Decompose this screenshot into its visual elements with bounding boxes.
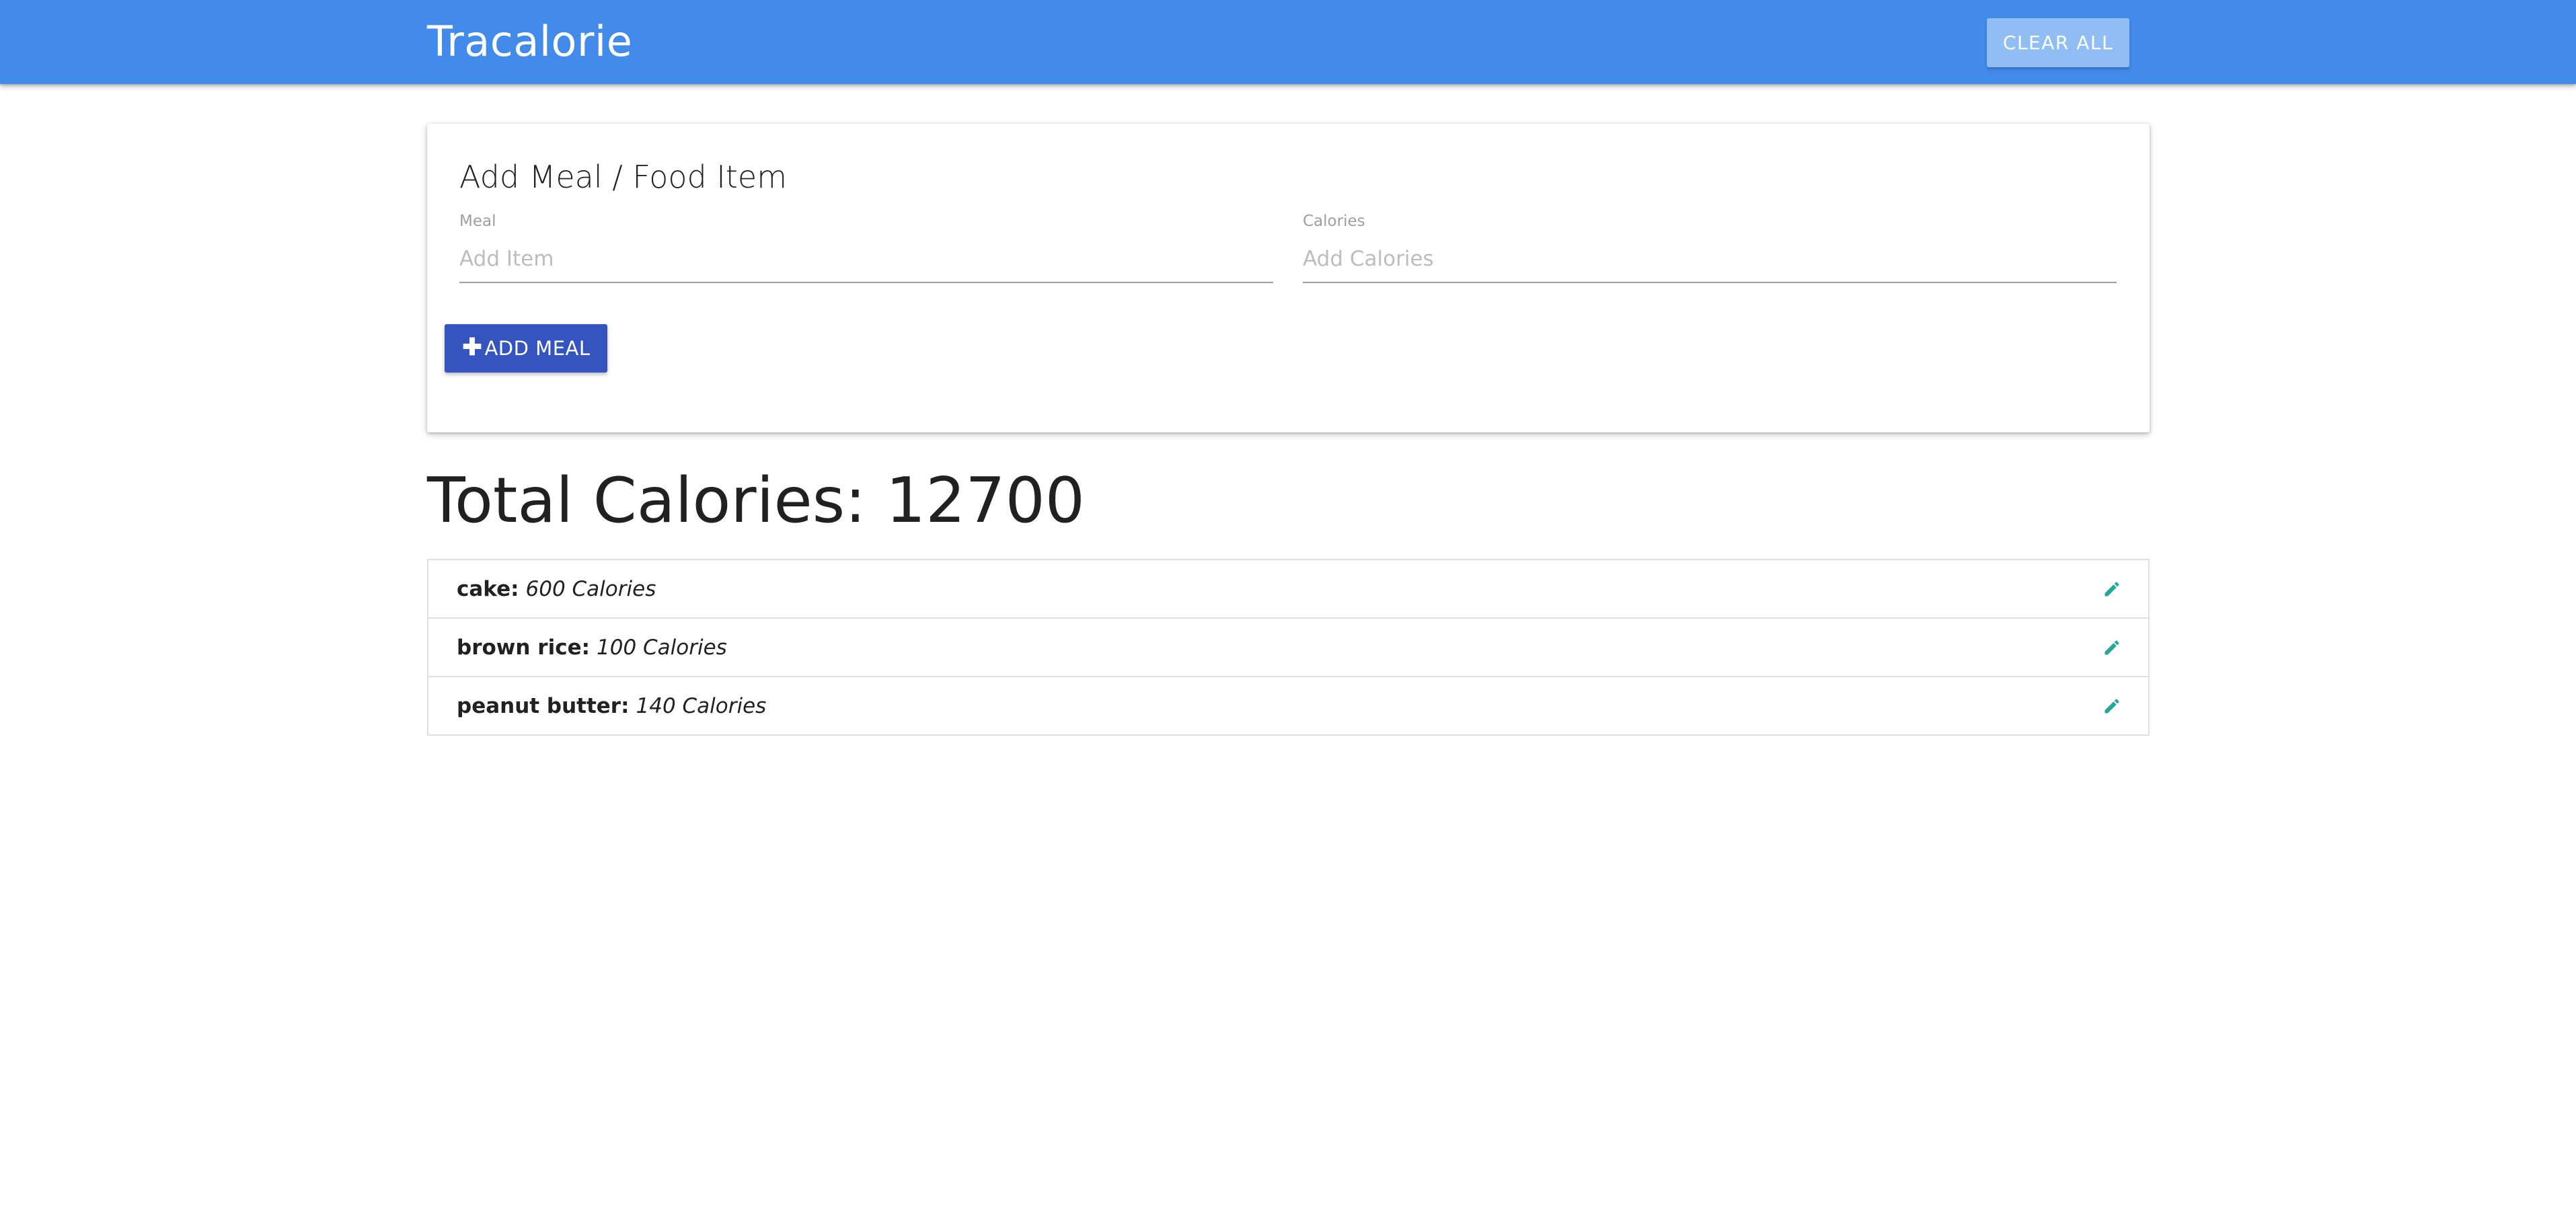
pencil-icon[interactable] <box>2103 638 2121 657</box>
meal-input[interactable] <box>459 236 1273 283</box>
item-name: brown rice: <box>457 635 590 660</box>
meal-list: cake: 600 Calories brown rice: 100 Calor… <box>427 559 2150 736</box>
item-name: cake: <box>457 576 519 601</box>
list-item: cake: 600 Calories <box>428 560 2148 619</box>
navbar: Tracalorie CLEAR ALL <box>0 0 2576 84</box>
total-calories: Total Calories: 12700 <box>427 464 1085 537</box>
card-title: Add Meal / Food Item <box>459 159 788 195</box>
calories-input[interactable] <box>1303 236 2117 283</box>
list-item: peanut butter: 140 Calories <box>428 677 2148 734</box>
item-name: peanut butter: <box>457 693 630 718</box>
brand-logo[interactable]: Tracalorie <box>427 15 632 69</box>
add-meal-card: Add Meal / Food Item Meal Calories ADD M… <box>427 124 2150 432</box>
meal-label: Meal <box>459 213 496 230</box>
list-item: brown rice: 100 Calories <box>428 619 2148 677</box>
calories-label: Calories <box>1303 213 1365 230</box>
pencil-icon[interactable] <box>2103 697 2121 716</box>
item-calories: 600 Calories <box>525 576 656 601</box>
add-meal-button[interactable]: ADD MEAL <box>445 324 607 373</box>
pencil-icon[interactable] <box>2103 580 2121 599</box>
plus-icon <box>463 337 482 356</box>
item-calories: 140 Calories <box>636 693 767 718</box>
clear-all-button[interactable]: CLEAR ALL <box>1987 18 2129 67</box>
add-meal-label: ADD MEAL <box>484 337 591 360</box>
item-calories: 100 Calories <box>597 635 727 660</box>
